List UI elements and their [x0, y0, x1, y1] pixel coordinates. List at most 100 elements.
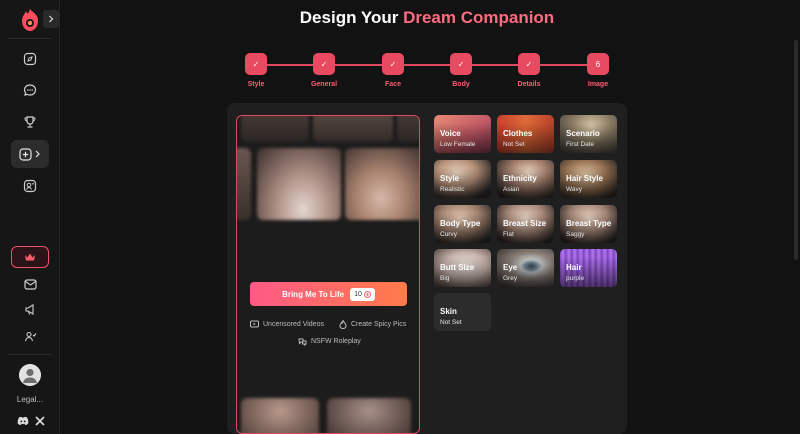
app-root: Legal... Design Your Dream Companion ✓ S… — [0, 0, 800, 434]
option-hair[interactable]: Hair purple — [560, 249, 617, 287]
premium-button[interactable] — [11, 246, 49, 268]
step-details[interactable]: ✓ Details — [504, 53, 554, 88]
preview-blurred-image — [237, 148, 251, 220]
option-scenario[interactable]: Scenario First Date — [560, 115, 617, 153]
step-marker: ✓ — [313, 53, 335, 75]
option-value: Wavy — [566, 186, 583, 193]
trophy-icon[interactable] — [19, 111, 41, 133]
create-companion-button[interactable] — [11, 140, 49, 168]
avatar[interactable] — [19, 364, 41, 386]
option-eye[interactable]: Eye Grey — [497, 249, 554, 287]
page-scrollbar[interactable] — [794, 40, 798, 260]
cta-label: Bring Me To Life — [282, 289, 345, 299]
create-icon — [19, 147, 32, 161]
option-title: Eye — [503, 263, 518, 272]
step-label: Details — [517, 81, 541, 88]
option-breast-type[interactable]: Breast Type Saggy — [560, 205, 617, 243]
step-label: Style — [247, 81, 265, 88]
option-body-type[interactable]: Body Type Curvy — [434, 205, 491, 243]
option-value: Not Set — [503, 141, 525, 148]
option-value: Curvy — [440, 231, 457, 238]
compass-icon[interactable] — [19, 48, 41, 70]
feature-nsfw-roleplay: NSFW Roleplay — [298, 337, 361, 346]
option-value: Realistic — [440, 186, 465, 193]
step-marker: ✓ — [450, 53, 472, 75]
token-cost-badge: 10 — [350, 287, 375, 301]
option-value: Flat — [503, 231, 514, 238]
step-marker: ✓ — [245, 53, 267, 75]
sidebar-divider — [8, 38, 52, 39]
preview-blurred-image — [241, 398, 319, 433]
sidebar: Legal... — [0, 0, 60, 434]
users-icon[interactable] — [19, 325, 41, 347]
option-voice[interactable]: Voice Low Female — [434, 115, 491, 153]
feature-label: NSFW Roleplay — [311, 338, 361, 345]
option-title: Hair — [566, 263, 582, 272]
option-value: Big — [440, 275, 450, 282]
step-body[interactable]: ✓ Body — [436, 53, 486, 88]
option-value: Low Female — [440, 141, 476, 148]
option-title: Hair Style — [566, 174, 603, 183]
option-title: Ethnicity — [503, 174, 537, 183]
discord-icon[interactable] — [17, 415, 29, 427]
x-icon[interactable] — [34, 415, 46, 427]
option-ethnicity[interactable]: Ethnicity Asian — [497, 160, 554, 198]
step-marker: ✓ — [382, 53, 404, 75]
mail-icon[interactable] — [19, 273, 41, 295]
preview-blurred-image — [257, 148, 341, 220]
option-value: Grey — [503, 275, 518, 282]
profile-badge-icon[interactable] — [19, 175, 41, 197]
preview-blurred-image — [313, 116, 393, 142]
brand-logo-icon[interactable] — [19, 8, 41, 32]
option-clothes[interactable]: Clothes Not Set — [497, 115, 554, 153]
video-icon — [250, 320, 259, 328]
user-avatar-icon — [19, 364, 41, 386]
option-title: Style — [440, 174, 460, 183]
option-breast-size[interactable]: Breast Size Flat — [497, 205, 554, 243]
option-value: purple — [566, 275, 585, 282]
page-title-prefix: Design Your — [299, 8, 404, 27]
option-value: Not Set — [440, 319, 462, 326]
option-title: Voice — [440, 129, 461, 138]
option-butt-size[interactable]: Butt Size Big — [434, 249, 491, 287]
option-title: Skin — [440, 307, 457, 316]
preview-blurred-image — [345, 148, 419, 220]
option-title: Butt Size — [440, 263, 475, 272]
step-marker: 6 — [587, 53, 609, 75]
step-label: Body — [452, 81, 470, 88]
legal-link[interactable]: Legal... — [0, 395, 60, 404]
feature-create-spicy-pics: Create Spicy Pics — [339, 320, 406, 329]
option-hair-style[interactable]: Hair Style Wavy — [560, 160, 617, 198]
preview-blurred-image — [327, 398, 411, 433]
roleplay-icon — [298, 338, 307, 346]
sidebar-divider — [8, 354, 52, 355]
option-title: Clothes — [503, 129, 533, 138]
megaphone-icon[interactable] — [19, 298, 41, 320]
companion-preview — [236, 115, 420, 434]
page-title: Design Your Dream Companion — [60, 8, 794, 28]
page-title-accent: Dream Companion — [403, 8, 555, 27]
option-value: Asian — [503, 186, 520, 193]
chevron-right-icon — [49, 15, 54, 23]
feature-uncensored-videos: Uncensored Videos — [250, 320, 324, 328]
step-marker: ✓ — [518, 53, 540, 75]
option-value: Saggy — [566, 231, 585, 238]
option-style[interactable]: Style Realistic — [434, 160, 491, 198]
option-title: Breast Size — [503, 219, 547, 228]
feature-label: Uncensored Videos — [263, 320, 324, 328]
bring-me-to-life-button[interactable]: Bring Me To Life 10 — [250, 282, 407, 306]
step-style[interactable]: ✓ Style — [231, 53, 281, 88]
option-title: Scenario — [566, 129, 600, 138]
chat-icon[interactable] — [19, 79, 41, 101]
step-face[interactable]: ✓ Face — [368, 53, 418, 88]
sidebar-expand-button[interactable] — [43, 10, 59, 28]
step-label: Face — [385, 81, 401, 88]
option-skin[interactable]: Skin Not Set — [434, 293, 491, 331]
option-title: Breast Type — [566, 219, 612, 228]
chevron-right-icon — [35, 150, 40, 158]
feature-label: Create Spicy Pics — [351, 321, 407, 328]
step-image[interactable]: 6 Image — [573, 53, 623, 88]
option-title: Body Type — [440, 219, 481, 228]
token-cost: 10 — [354, 290, 362, 298]
step-general[interactable]: ✓ General — [299, 53, 349, 88]
